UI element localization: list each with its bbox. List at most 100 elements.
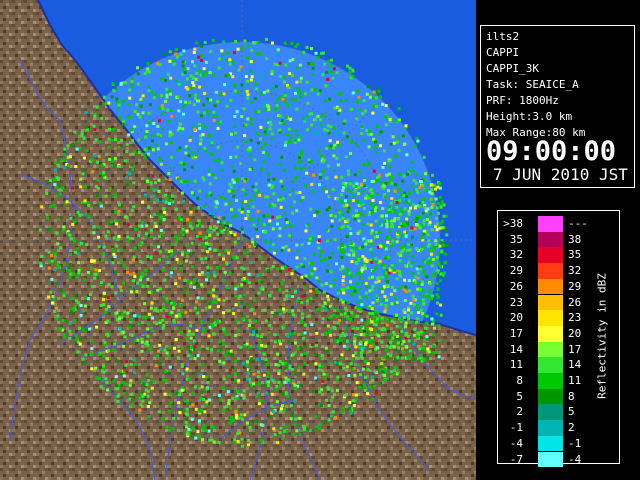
echo-cell	[329, 213, 333, 217]
echo-cell	[212, 288, 215, 292]
echo-cell	[368, 296, 372, 299]
echo-cell	[350, 140, 353, 144]
echo-cell	[407, 339, 411, 343]
echo-cell	[354, 351, 358, 355]
station-name: ilts2	[486, 30, 520, 43]
echo-cell	[354, 397, 358, 401]
echo-cell	[81, 172, 85, 176]
echo-cell	[92, 124, 96, 128]
echo-cell	[53, 160, 57, 164]
echo-cell	[128, 285, 132, 289]
echo-cell	[379, 130, 383, 134]
echo-cell	[370, 180, 374, 183]
radar-map	[0, 0, 476, 480]
echo-cell	[430, 297, 433, 301]
echo-cell	[323, 301, 327, 305]
echo-cell	[296, 347, 300, 351]
echo-cell	[364, 375, 367, 379]
echo-cell	[194, 93, 198, 97]
echo-cell	[138, 242, 142, 246]
echo-cell	[338, 318, 342, 322]
echo-cell	[206, 271, 210, 275]
echo-cell	[429, 197, 433, 201]
echo-cell	[266, 371, 270, 375]
echo-cell	[287, 248, 291, 252]
echo-cell	[174, 79, 178, 83]
echo-cell	[190, 165, 194, 169]
echo-cell	[179, 52, 183, 56]
echo-cell	[198, 126, 202, 130]
echo-cell	[160, 94, 164, 98]
echo-cell	[198, 346, 202, 350]
echo-cell	[418, 226, 422, 230]
echo-cell	[295, 66, 299, 70]
echo-cell	[225, 262, 229, 266]
echo-cell	[130, 290, 133, 294]
echo-cell	[122, 344, 125, 348]
echo-cell	[368, 311, 372, 315]
echo-cell	[192, 84, 196, 88]
task-name: Task: SEAICE_A	[486, 78, 579, 91]
echo-cell	[360, 318, 364, 322]
echo-cell	[266, 269, 270, 273]
echo-cell	[396, 137, 400, 141]
echo-cell	[299, 199, 303, 203]
echo-cell	[380, 302, 384, 306]
echo-cell	[365, 184, 369, 188]
echo-cell	[335, 71, 339, 75]
echo-cell	[393, 366, 397, 369]
echo-cell	[194, 407, 198, 411]
echo-cell	[200, 385, 204, 389]
echo-cell	[223, 270, 227, 274]
echo-cell	[85, 128, 89, 132]
echo-cell	[315, 276, 319, 280]
echo-cell	[112, 89, 116, 93]
echo-cell	[252, 372, 256, 376]
echo-cell	[408, 191, 412, 195]
echo-cell	[194, 306, 198, 310]
echo-cell	[119, 285, 123, 289]
echo-cell	[301, 424, 305, 428]
echo-cell	[151, 328, 155, 332]
echo-cell	[204, 235, 208, 239]
echo-cell	[62, 262, 66, 266]
echo-cell	[158, 343, 162, 347]
echo-cell	[303, 345, 307, 349]
echo-cell	[166, 72, 170, 76]
echo-cell	[284, 115, 288, 119]
echo-cell	[344, 306, 348, 310]
echo-cell	[391, 286, 394, 289]
echo-cell	[180, 253, 184, 257]
echo-cell	[153, 221, 157, 225]
echo-cell	[385, 236, 389, 239]
echo-cell	[319, 176, 322, 179]
echo-cell	[268, 294, 272, 298]
echo-cell	[377, 279, 381, 283]
echo-cell	[182, 112, 185, 116]
echo-cell	[344, 184, 347, 188]
echo-cell	[322, 376, 326, 380]
echo-cell	[115, 311, 119, 315]
echo-cell	[398, 325, 402, 329]
echo-cell	[264, 195, 268, 199]
echo-cell	[132, 272, 136, 276]
echo-cell	[325, 398, 328, 402]
echo-cell	[99, 385, 103, 389]
echo-cell	[389, 332, 393, 336]
echo-cell	[368, 188, 372, 192]
echo-cell	[213, 104, 217, 108]
echo-cell	[48, 179, 52, 182]
echo-cell	[139, 97, 143, 101]
echo-cell	[115, 384, 118, 388]
echo-cell	[178, 314, 182, 318]
echo-cell	[340, 310, 344, 314]
echo-cell	[331, 251, 334, 255]
echo-cell	[258, 193, 262, 197]
echo-cell	[136, 112, 140, 116]
echo-cell	[278, 195, 282, 199]
echo-cell	[161, 268, 165, 272]
echo-cell	[208, 305, 212, 309]
echo-cell	[278, 234, 282, 238]
echo-cell	[385, 117, 389, 120]
echo-cell	[403, 200, 407, 204]
